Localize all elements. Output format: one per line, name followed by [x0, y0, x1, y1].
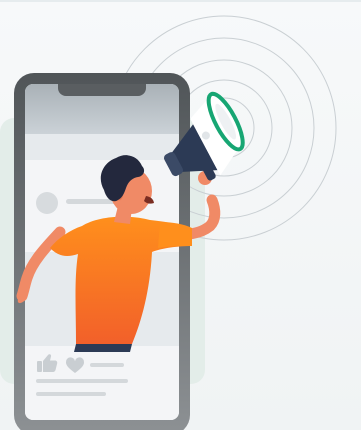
promo-illustration	[0, 0, 361, 430]
megaphone-phone-scene	[0, 15, 337, 430]
avatar-placeholder	[36, 192, 58, 214]
phone-notch	[58, 84, 146, 96]
top-divider	[0, 0, 361, 2]
